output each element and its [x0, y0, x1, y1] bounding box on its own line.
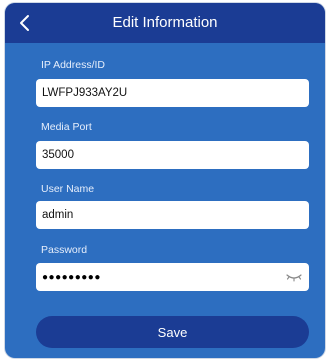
- header-bar: Edit Information: [5, 3, 325, 43]
- media-port-label: Media Port: [41, 121, 92, 133]
- user-name-value: admin: [42, 209, 74, 221]
- page-title: Edit Information: [112, 14, 218, 31]
- media-port-field[interactable]: 35000: [36, 141, 309, 169]
- ip-address-field[interactable]: LWFPJ933AY2U: [36, 79, 309, 107]
- password-field[interactable]: ●●●●●●●●●: [36, 263, 309, 291]
- app-screen: Edit Information IP Address/ID LWFPJ933A…: [5, 3, 325, 358]
- eye-closed-icon[interactable]: [286, 270, 302, 284]
- user-name-label: User Name: [41, 183, 95, 195]
- user-name-field[interactable]: admin: [36, 201, 309, 229]
- chevron-left-icon: [20, 15, 29, 31]
- password-value: ●●●●●●●●●: [42, 271, 101, 283]
- media-port-value: 35000: [42, 149, 74, 161]
- ip-address-value: LWFPJ933AY2U: [42, 87, 128, 99]
- password-label: Password: [41, 244, 88, 256]
- back-button[interactable]: [11, 9, 37, 37]
- ip-address-label: IP Address/ID: [41, 59, 106, 71]
- save-button[interactable]: Save: [36, 316, 309, 348]
